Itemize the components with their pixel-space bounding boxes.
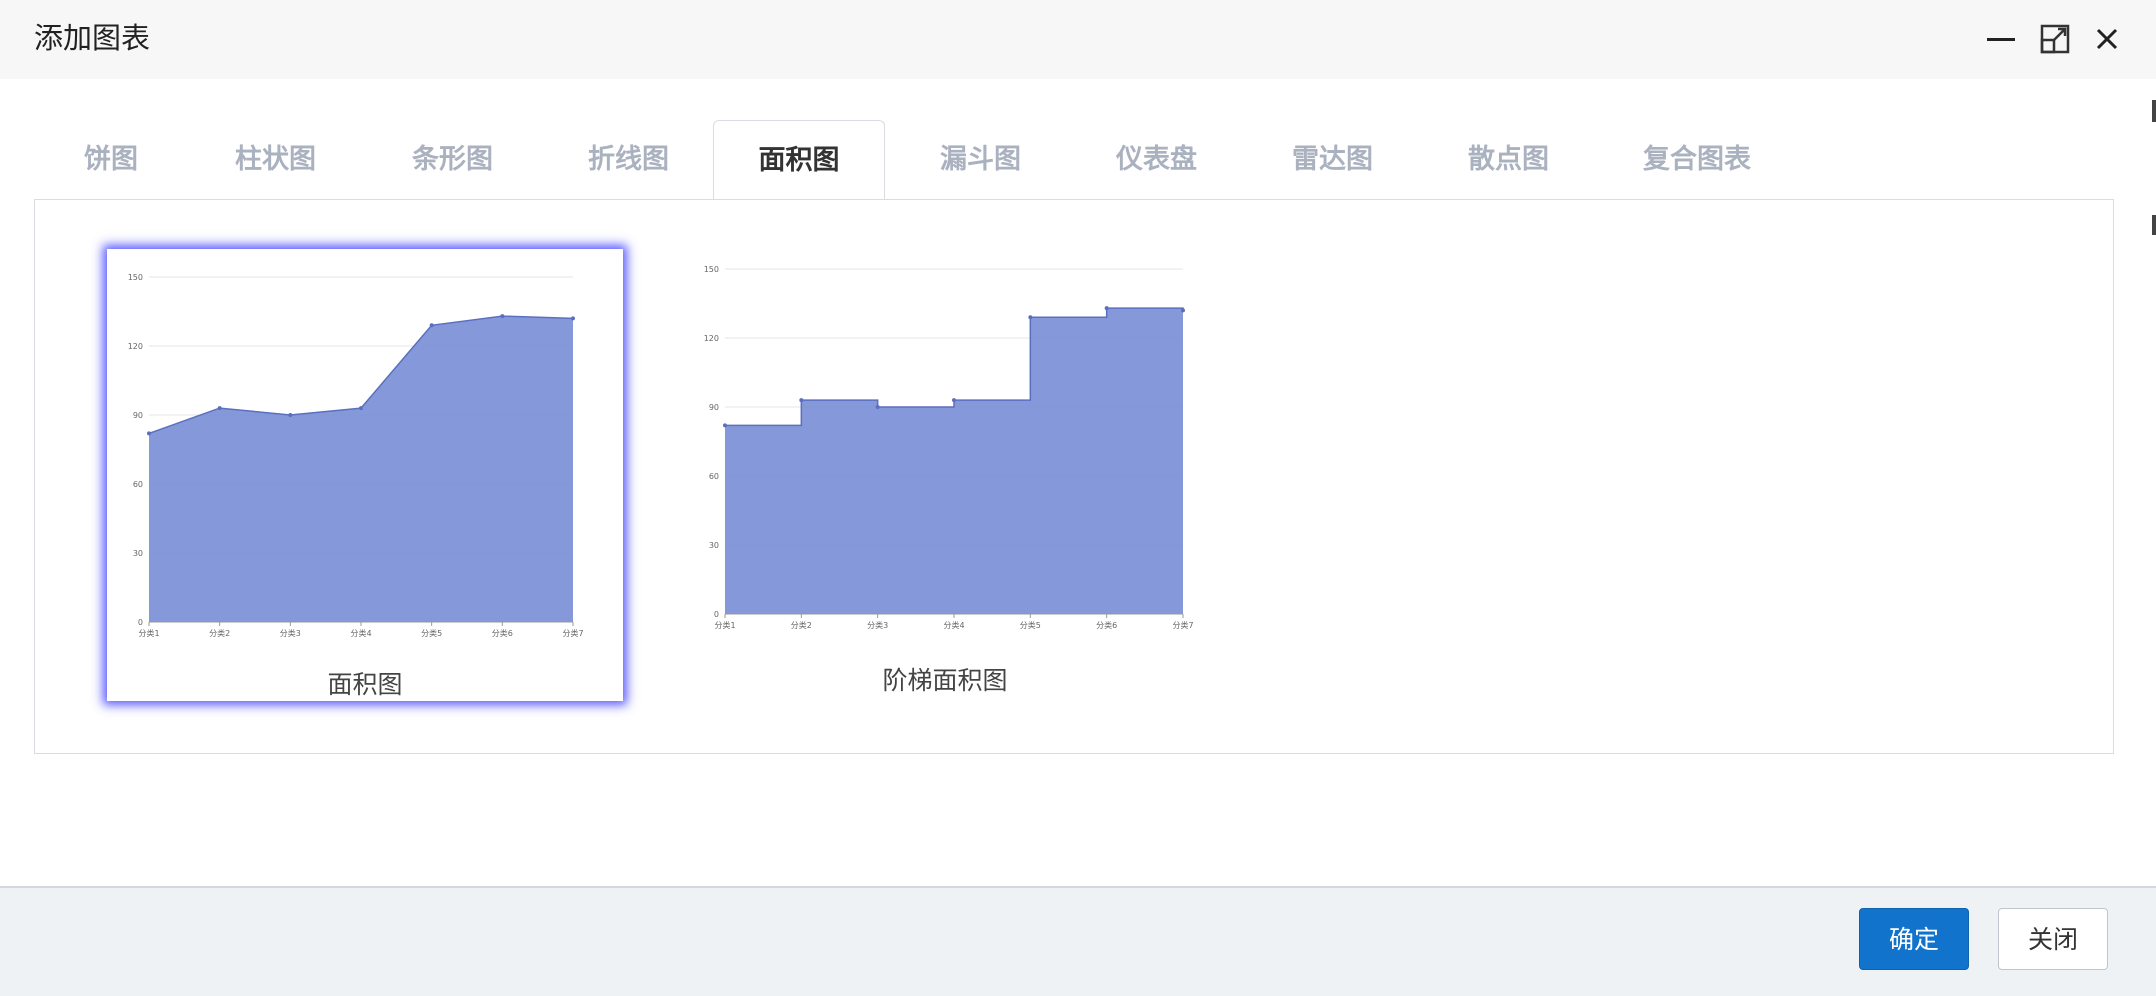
x-tick-label: 分类4 xyxy=(943,620,964,630)
data-point xyxy=(875,405,880,409)
x-tick-label: 分类2 xyxy=(791,620,812,630)
close-button[interactable]: 关闭 xyxy=(1998,908,2108,970)
x-tick-label: 分类6 xyxy=(1096,620,1117,630)
x-tick-label: 分类7 xyxy=(1172,620,1193,630)
data-point xyxy=(1104,306,1109,311)
y-tick-label: 120 xyxy=(128,342,143,351)
dialog-title: 添加图表 xyxy=(34,21,151,55)
x-tick-label: 分类2 xyxy=(209,628,230,638)
confirm-button[interactable]: 确定 xyxy=(1859,908,1969,970)
tab-area[interactable]: 面积图 xyxy=(713,120,885,201)
scrollbar-edge xyxy=(2152,100,2156,122)
dialog-footer: 确定 关闭 xyxy=(0,886,2156,996)
data-point xyxy=(571,316,575,321)
data-point xyxy=(1181,308,1185,313)
data-point xyxy=(147,431,151,436)
step-area-chart-preview: 0 30 60 90 120 150 分类1 分类2 分类3 分类4 分类5 分类6 分类7 xyxy=(704,265,1194,630)
tab-radar[interactable]: 雷达图 xyxy=(1292,120,1373,200)
tab-funnel[interactable]: 漏斗图 xyxy=(940,120,1021,200)
y-tick-label: 90 xyxy=(709,403,719,412)
y-tick-label: 0 xyxy=(714,610,719,619)
x-tick-label: 分类5 xyxy=(1020,620,1041,630)
option-step-area-chart[interactable]: 0 30 60 90 120 150 分类1 分类2 分类3 分类4 分类5 分类6 分类7 阶梯面积图 xyxy=(695,249,1195,701)
tab-pie[interactable]: 饼图 xyxy=(84,120,138,200)
tab-gauge[interactable]: 仪表盘 xyxy=(1116,120,1197,200)
tab-line[interactable]: 折线图 xyxy=(588,120,669,200)
chart-type-tabs: 饼图 柱状图 条形图 折线图 面积图 漏斗图 仪表盘 雷达图 散点图 复合图表 xyxy=(34,120,2114,201)
y-tick-label: 60 xyxy=(709,472,719,481)
data-point xyxy=(288,413,293,417)
option-label: 面积图 xyxy=(327,670,403,699)
close-icon[interactable] xyxy=(2090,22,2124,56)
tab-bar[interactable]: 条形图 xyxy=(412,120,493,200)
data-point xyxy=(500,314,505,319)
data-point xyxy=(217,406,222,411)
option-area-chart[interactable]: 0 30 60 90 120 150 分类1 分类2 分类3 分类4 分类5 分类6 分类7 面积图 xyxy=(107,249,623,701)
minimize-icon[interactable] xyxy=(1984,22,2018,56)
x-tick-label: 分类3 xyxy=(280,628,301,638)
chart-options-panel: 0 30 60 90 120 150 分类1 分类2 分类3 分类4 分类5 分类6 分类7 面积图 0… xyxy=(34,199,2114,754)
data-point xyxy=(723,423,727,428)
maximize-icon[interactable] xyxy=(2038,22,2072,56)
data-point xyxy=(952,398,956,403)
tab-column[interactable]: 柱状图 xyxy=(235,120,316,200)
option-label: 阶梯面积图 xyxy=(882,666,1008,695)
y-tick-label: 150 xyxy=(704,265,719,274)
x-tick-label: 分类4 xyxy=(350,628,371,638)
tab-scatter[interactable]: 散点图 xyxy=(1468,120,1549,200)
x-tick-label: 分类5 xyxy=(421,628,442,638)
y-tick-label: 30 xyxy=(709,541,719,550)
tab-combo[interactable]: 复合图表 xyxy=(1643,120,1751,200)
area-series xyxy=(149,316,573,622)
area-series xyxy=(725,308,1183,614)
scrollbar-edge xyxy=(2152,215,2156,235)
data-point xyxy=(799,398,804,403)
x-tick-label: 分类6 xyxy=(492,628,513,638)
x-tick-label: 分类7 xyxy=(562,628,583,638)
x-tick-label: 分类1 xyxy=(138,628,159,638)
y-tick-label: 30 xyxy=(133,549,143,558)
y-tick-label: 120 xyxy=(704,334,719,343)
x-tick-label: 分类1 xyxy=(714,620,735,630)
y-tick-label: 150 xyxy=(128,273,143,282)
data-point xyxy=(1028,315,1033,320)
data-point xyxy=(359,406,363,411)
area-chart-preview: 0 30 60 90 120 150 分类1 分类2 分类3 分类4 分类5 分类6 分类7 xyxy=(128,273,584,638)
y-tick-label: 90 xyxy=(133,411,143,420)
x-tick-label: 分类3 xyxy=(867,620,888,630)
y-tick-label: 0 xyxy=(138,618,143,627)
dialog-titlebar: 添加图表 xyxy=(0,0,2156,79)
y-tick-label: 60 xyxy=(133,480,143,489)
data-point xyxy=(429,323,434,328)
